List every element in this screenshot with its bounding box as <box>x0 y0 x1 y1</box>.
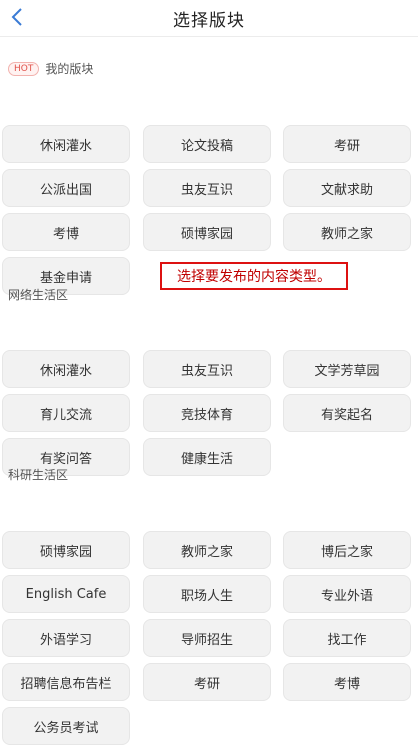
chevron-left-icon <box>11 8 22 26</box>
board-button[interactable]: 育儿交流 <box>2 394 130 432</box>
board-button[interactable]: 职场人生 <box>143 575 271 613</box>
board-button[interactable]: 论文投稿 <box>143 125 271 163</box>
board-button[interactable]: 导师招生 <box>143 619 271 657</box>
board-button[interactable]: 硕博家园 <box>143 213 271 251</box>
my-section-title: 我的版块 <box>45 62 94 76</box>
hot-badge: HOT <box>8 61 40 76</box>
board-button[interactable]: 虫友互识 <box>143 169 271 207</box>
board-button[interactable]: 教师之家 <box>283 213 411 251</box>
board-button[interactable]: 休闲灌水 <box>2 350 130 388</box>
net-section-header: 网络生活区 <box>8 286 68 303</box>
board-button[interactable]: 考博 <box>2 213 130 251</box>
board-button[interactable]: 文学芳草园 <box>283 350 411 388</box>
research-section-header: 科研生活区 <box>8 466 68 483</box>
board-button[interactable]: 硕博家园 <box>2 531 130 569</box>
board-button[interactable]: 休闲灌水 <box>2 125 130 163</box>
board-button[interactable]: 找工作 <box>283 619 411 657</box>
back-button[interactable] <box>6 4 28 30</box>
board-button[interactable]: 招聘信息布告栏 <box>2 663 130 701</box>
board-button[interactable]: 教师之家 <box>143 531 271 569</box>
board-button[interactable]: 考研 <box>143 663 271 701</box>
board-button[interactable]: 考研 <box>283 125 411 163</box>
page-title: 选择版块 <box>173 10 245 31</box>
board-button[interactable]: 公派出国 <box>2 169 130 207</box>
board-button[interactable]: 文献求助 <box>283 169 411 207</box>
top-bar: 选择版块 <box>0 0 418 37</box>
net-section-title: 网络生活区 <box>8 288 69 302</box>
board-button[interactable]: 博后之家 <box>283 531 411 569</box>
board-button[interactable]: 竞技体育 <box>143 394 271 432</box>
research-section-title: 科研生活区 <box>8 468 69 482</box>
board-button[interactable]: 考博 <box>283 663 411 701</box>
board-button[interactable]: 虫友互识 <box>143 350 271 388</box>
board-button[interactable]: English Cafe <box>2 575 130 613</box>
board-button[interactable]: 专业外语 <box>283 575 411 613</box>
board-button[interactable]: 有奖起名 <box>283 394 411 432</box>
instruction-callout: 选择要发布的内容类型。 <box>160 262 348 290</box>
board-button[interactable]: 健康生活 <box>143 438 271 476</box>
board-button[interactable]: 外语学习 <box>2 619 130 657</box>
my-section-header: HOT 我的版块 <box>8 60 93 77</box>
board-button[interactable]: 公务员考试 <box>2 707 130 745</box>
